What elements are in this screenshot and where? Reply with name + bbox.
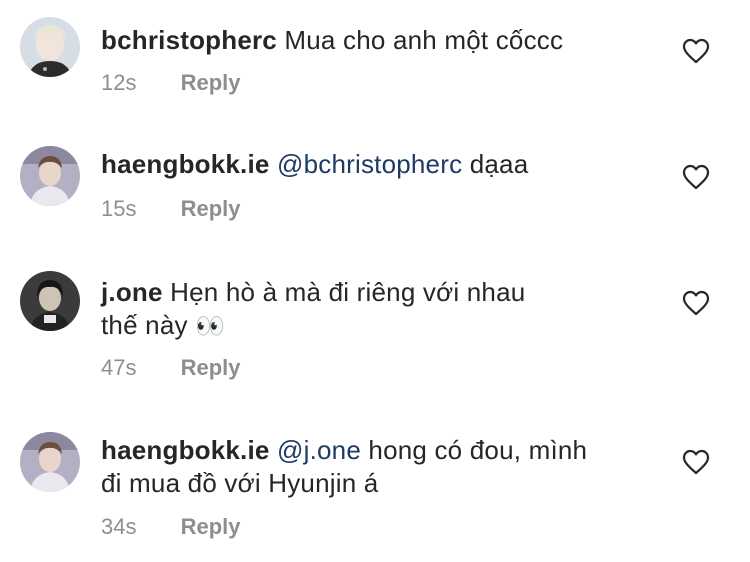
comment-text: hong có đou, mình <box>368 435 588 465</box>
comment-username[interactable]: j.one <box>101 277 163 307</box>
comment-meta: 47s Reply <box>101 355 241 381</box>
comment-meta: 12s Reply <box>101 70 241 96</box>
comment-text-continued: thế này <box>101 310 188 340</box>
comment-text: Mua cho anh một cốccc <box>284 25 564 55</box>
comment-body: bchristopherc Mua cho anh một cốccc <box>101 24 661 57</box>
comment-timestamp: 47s <box>101 355 137 380</box>
avatar-image <box>20 432 80 492</box>
comment-meta: 15s Reply <box>101 196 241 222</box>
comment-text-continued: đi mua đồ với Hyunjin á <box>101 468 379 498</box>
comment-mention[interactable]: @bchristopherc <box>277 149 462 179</box>
comment-timestamp: 15s <box>101 196 137 221</box>
comment-text: Hẹn hò à mà đi riêng với nhau <box>170 277 526 307</box>
comment-mention[interactable]: @j.one <box>277 435 361 465</box>
heart-outline-icon[interactable] <box>682 164 710 190</box>
comment-username[interactable]: haengbokk.ie <box>101 435 270 465</box>
heart-outline-icon[interactable] <box>682 290 710 316</box>
reply-button[interactable]: Reply <box>181 514 241 539</box>
comment-timestamp: 12s <box>101 70 137 95</box>
comment-username[interactable]: haengbokk.ie <box>101 149 270 179</box>
avatar-image <box>20 271 80 331</box>
reply-button[interactable]: Reply <box>181 196 241 221</box>
avatar[interactable] <box>20 146 80 206</box>
reply-button[interactable]: Reply <box>181 355 241 380</box>
comment-body: haengbokk.ie @bchristopherc dạaa <box>101 148 661 181</box>
comment-username[interactable]: bchristopherc <box>101 25 277 55</box>
heart-outline-icon[interactable] <box>682 38 710 64</box>
avatar[interactable] <box>20 271 80 331</box>
avatar[interactable] <box>20 17 80 77</box>
comment-text: dạaa <box>469 149 529 179</box>
eyes-emoji-icon: 👀 <box>195 313 225 340</box>
avatar[interactable] <box>20 432 80 492</box>
comment-body: j.one Hẹn hò à mà đi riêng với nhau thế … <box>101 276 661 343</box>
comment-meta: 34s Reply <box>101 514 241 540</box>
comment-timestamp: 34s <box>101 514 137 539</box>
reply-button[interactable]: Reply <box>181 70 241 95</box>
comment-body: haengbokk.ie @j.one hong có đou, mình đi… <box>101 434 661 500</box>
avatar-image <box>20 17 80 77</box>
avatar-image <box>20 146 80 206</box>
heart-outline-icon[interactable] <box>682 449 710 475</box>
